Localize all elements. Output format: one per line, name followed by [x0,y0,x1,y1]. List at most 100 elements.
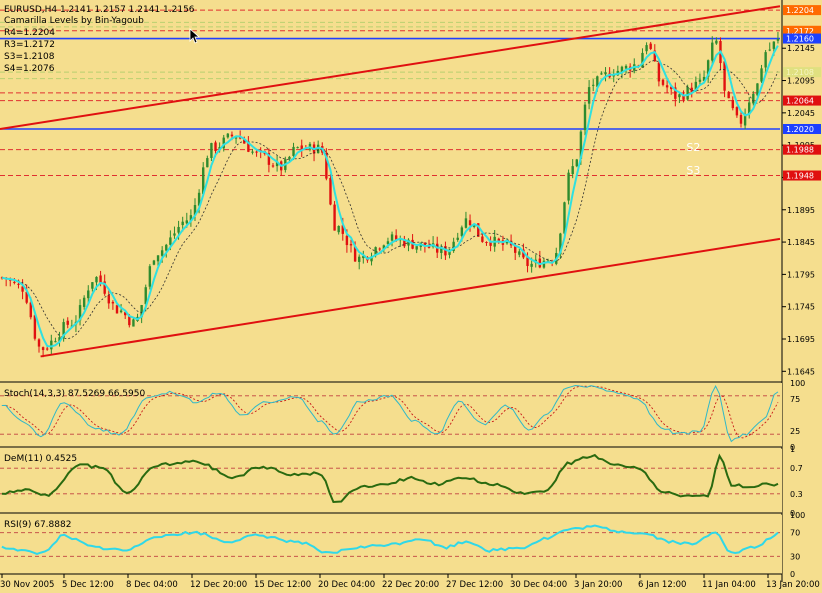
rsi-label: RSI(9) 67.8882 [4,520,71,530]
level-price-text: 1.1948 [786,172,814,181]
time-tick-label: 3 Jan 20:00 [574,580,622,590]
candle-body [148,266,152,287]
price-tick-label: 1.1845 [787,238,815,247]
candle-body [156,255,160,262]
time-axis: 30 Nov 2005 5 Dec 12:00 8 Dec 04:00 12 Dec … [0,574,820,590]
time-tick-label: 22 Dec 20:00 [382,580,439,590]
oscillator-tick-label: 100 [790,511,805,520]
demarker-panel[interactable]: 10.70.30 [0,445,803,518]
candle-body [514,246,517,253]
stoch-label: Stoch(14,3,3) 87.5269 66.5950 [4,389,145,399]
candle-body [54,341,57,343]
time-tick-label: 27 Dec 12:00 [446,580,503,590]
candle-body [358,256,361,262]
pivot-label: S2 [686,141,700,154]
candle-body [390,234,394,241]
candle-body [160,250,164,256]
candle-body [13,281,16,283]
price-tick-label: 1.2045 [787,109,815,118]
candle-body [772,41,776,49]
candle-body [592,84,595,86]
candle-body [715,40,718,44]
candle-body [665,85,669,88]
candle-body [575,159,578,167]
oscillator-tick-label: 25 [790,427,800,436]
candle-body [292,146,295,156]
level-label-s4: S4=1.2076 [4,64,55,74]
oscillator-tick-label: 0.7 [790,464,803,473]
candle-body [37,339,41,347]
candle-body [723,61,726,91]
candle-body [82,297,86,307]
mt4-chart[interactable]: S2S31.21451.20951.20451.19951.19451.1895… [0,0,822,593]
oscillator-tick-label: 0 [790,570,795,579]
time-tick-label: 8 Dec 04:00 [126,580,178,590]
level-label-r4: R4=1.2204 [4,28,55,38]
price-tick-label: 1.1695 [787,335,815,344]
level-label-s3: S3=1.2108 [4,52,55,62]
candle-body [95,276,98,283]
candle-body [752,94,755,104]
candle-body [337,226,340,233]
candle-body [587,87,591,104]
candle-body [464,218,468,228]
time-tick-label: 13 Jan 20:00 [766,580,820,590]
time-tick-label: 15 Dec 12:00 [254,580,311,590]
candle-body [661,79,665,85]
oscillator-tick-label: 1 [790,445,795,454]
candle-body [349,244,353,246]
candle-body [530,263,533,267]
candle-body [152,260,156,265]
candle-body [165,244,168,251]
oscillator-tick-label: 0.3 [790,490,803,499]
candle-body [768,49,771,51]
time-tick-label: 30 Dec 04:00 [510,580,567,590]
candle-body [764,52,767,68]
price-tick-label: 1.2145 [787,44,815,53]
candle-body [296,147,299,149]
candle-body [46,348,49,350]
pivot-label: S3 [686,164,700,177]
candle-body [345,235,349,246]
candle-body [115,305,119,314]
price-panel-bg [0,0,782,382]
oscillator-tick-label: 100 [790,379,805,388]
price-tick-label: 1.2095 [787,77,815,86]
candle-body [378,248,381,250]
candle-body [99,275,102,283]
oscillator-tick-label: 75 [790,395,800,404]
candle-body [624,65,628,69]
oscillator-tick-label: 30 [790,552,800,561]
candle-body [481,236,484,242]
level-label-r3: R3=1.2172 [4,40,55,50]
candle-body [41,347,45,351]
candle-body [698,79,702,82]
candle-body [226,133,230,138]
candle-body [571,166,574,175]
time-tick-label: 5 Dec 12:00 [62,580,114,590]
candle-body [111,301,115,304]
candle-body [132,319,135,327]
level-price-text: 1.1988 [786,146,814,155]
candle-body [91,282,94,289]
candle-body [735,107,739,116]
symbol-header: EURUSD,H4 1.2141 1.2157 1.2141 1.2156 [4,5,195,15]
candle-body [50,340,53,350]
time-tick-label: 11 Jan 04:00 [702,580,756,590]
candle-body [485,241,488,243]
level-price-text: 1.2108 [786,68,814,77]
candle-body [604,72,607,75]
candle-body [739,114,743,124]
candle-body [288,156,291,160]
candle-body [230,134,234,137]
time-tick-label: 20 Dec 04:00 [318,580,375,590]
price-tick-label: 1.1745 [787,303,815,312]
level-price-text: 1.2064 [786,97,814,106]
candle-body [460,227,464,236]
rsi-panel[interactable]: 100 70 30 0 [0,511,805,579]
candle-body [776,39,780,41]
candle-body [177,226,180,233]
candle-body [17,283,20,285]
time-tick-label: 6 Jan 12:00 [638,580,686,590]
candle-body [169,237,172,245]
